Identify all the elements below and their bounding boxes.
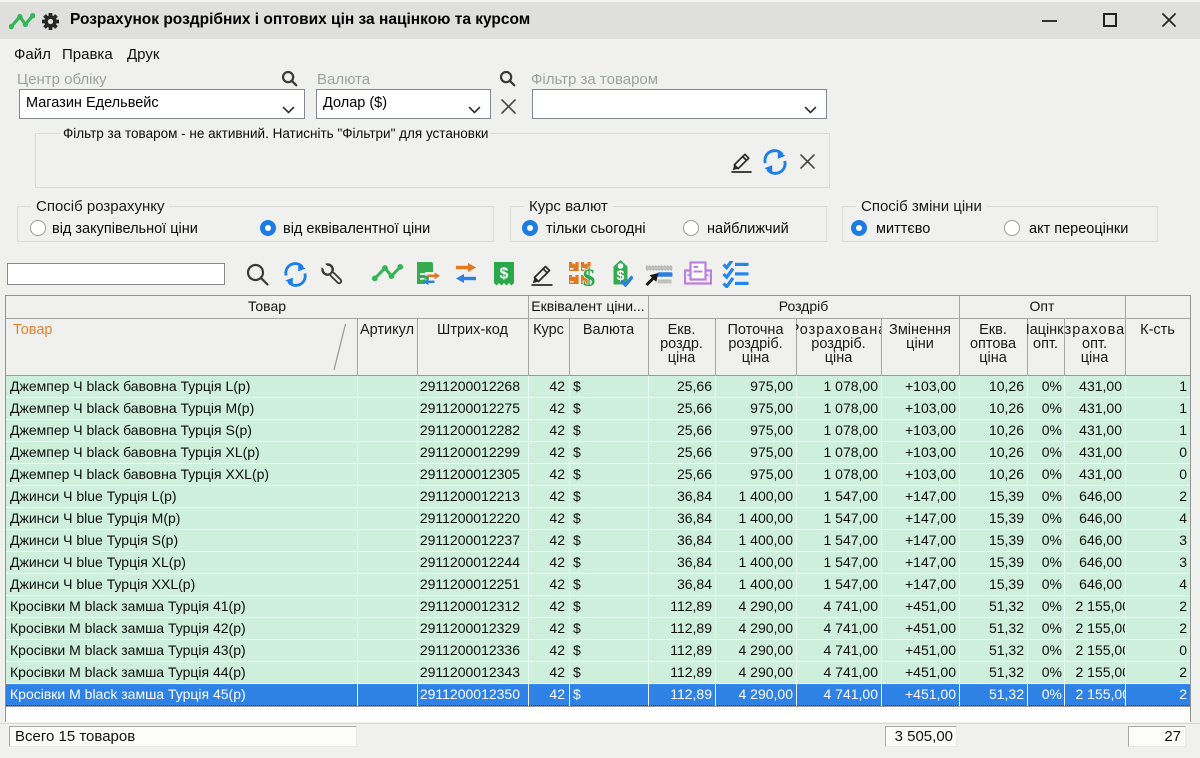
- svg-text:$: $: [500, 266, 509, 283]
- svg-text:$: $: [583, 265, 596, 286]
